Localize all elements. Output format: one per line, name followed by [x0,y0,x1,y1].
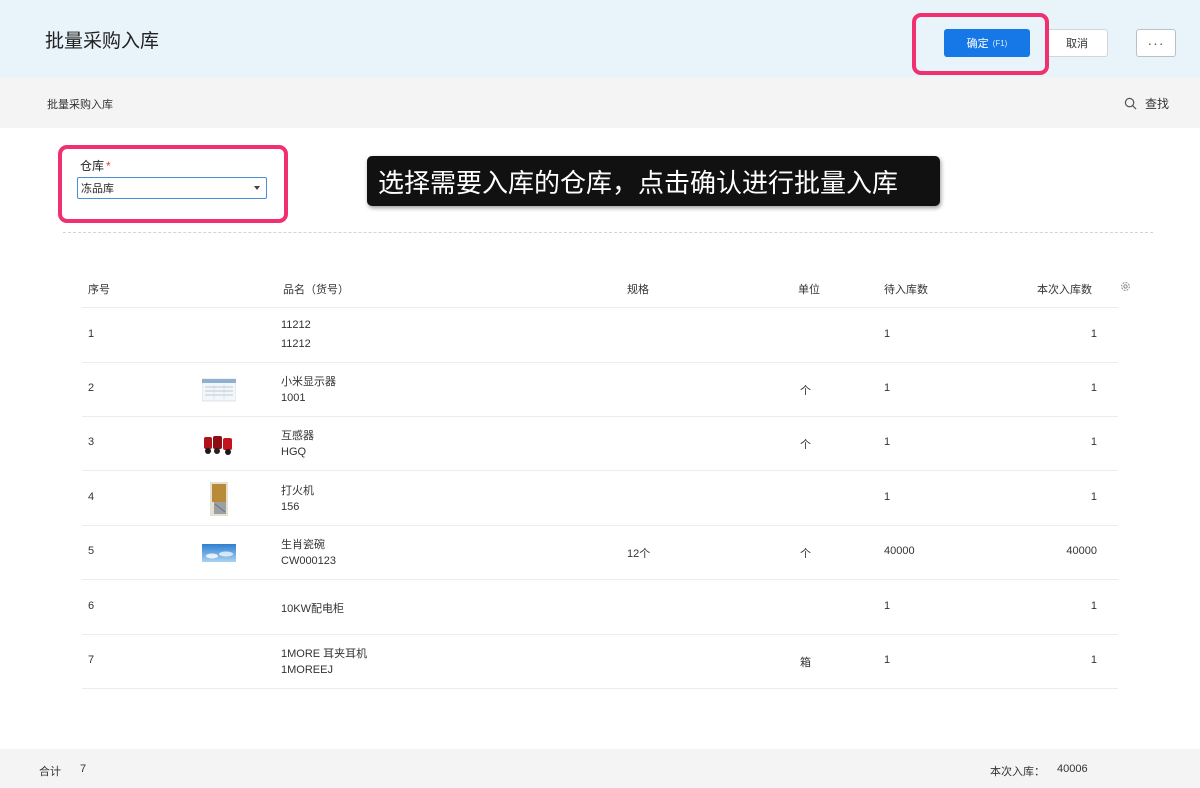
search-icon [1124,97,1137,110]
row-code: 1MOREEJ [281,664,333,676]
table-row: 1 11212 11212 1 1 [82,309,1118,363]
breadcrumb: 批量采购入库 [47,99,113,111]
page-title: 批量采购入库 [45,31,160,52]
confirm-highlight-box [912,13,1049,75]
row-spec: 12个 [627,548,651,560]
warehouse-highlight-box [58,145,288,223]
row-name: 生肖瓷碗 [281,539,325,551]
row-index: 4 [88,491,95,503]
search-label: 查找 [1145,97,1170,111]
col-index: 序号 [88,284,110,296]
row-unit: 个 [800,439,811,451]
col-spec: 规格 [627,284,649,296]
col-name: 品名（货号） [283,284,349,296]
table-row: 7 1MORE 耳夹耳机 1MOREEJ 箱 1 1 [82,635,1118,689]
cancel-button[interactable]: 取消 [1046,29,1108,57]
row-pending: 1 [884,328,891,340]
row-code: 11212 [281,338,311,350]
row-pending: 1 [884,436,891,448]
row-code: CW000123 [281,555,337,567]
row-index: 3 [88,436,95,448]
row-name: 打火机 [281,485,314,497]
table-row: 2 小米显示器 1001 个 1 1 [82,363,1118,417]
col-this-in: 本次入库数 [1037,284,1092,296]
row-code: 156 [281,501,300,513]
transformer-thumb [204,436,232,455]
table-header: 序号 品名（货号） 规格 单位 待入库数 本次入库数 [82,269,1130,308]
row-name: 互感器 [281,430,314,442]
row-name: 10KW配电柜 [281,603,344,615]
monitor-thumb [202,378,236,402]
total-label: 合计 [39,766,61,778]
this-in-value: 40006 [1057,763,1088,775]
row-unit: 箱 [800,657,811,669]
row-this-in[interactable]: 1 [982,382,1097,394]
row-name: 1MORE 耳夹耳机 [281,648,368,660]
more-button[interactable]: ··· [1136,29,1176,57]
row-code: HGQ [281,446,307,458]
row-index: 2 [88,382,95,394]
row-this-in[interactable]: 1 [982,600,1097,612]
row-code: 1001 [281,392,306,404]
row-index: 7 [88,654,95,666]
row-this-in[interactable]: 40000 [982,545,1097,557]
row-pending: 1 [884,382,891,394]
total-count: 7 [80,763,87,775]
bowl-thumb [202,544,236,562]
row-pending: 40000 [884,545,915,557]
sub-toolbar [0,77,1200,128]
row-this-in[interactable]: 1 [982,328,1097,340]
table-row: 5 生肖瓷碗 CW000123 12个 个 40000 40000 [82,526,1118,580]
row-pending: 1 [884,654,891,666]
row-this-in[interactable]: 1 [982,436,1097,448]
lighter-thumb [210,482,228,516]
table-row: 3 互感器 HGQ 个 1 1 [82,417,1118,471]
row-unit: 个 [800,548,811,560]
row-this-in[interactable]: 1 [982,491,1097,503]
instruction-tooltip: 选择需要入库的仓库，点击确认进行批量入库 [367,156,940,206]
search-button[interactable]: 查找 [1124,95,1169,112]
column-settings-icon[interactable] [1119,280,1132,293]
row-index: 5 [88,545,95,557]
table-row: 6 10KW配电柜 1 1 [82,581,1118,635]
row-index: 1 [88,328,95,340]
col-unit: 单位 [798,284,820,296]
dashed-divider [63,232,1153,233]
row-name: 小米显示器 [281,376,336,388]
col-pending: 待入库数 [884,284,928,296]
table-row: 4 打火机 156 1 1 [82,472,1118,526]
this-in-label: 本次入库： [990,766,1045,778]
row-unit: 个 [800,385,811,397]
row-pending: 1 [884,600,891,612]
row-pending: 1 [884,491,891,503]
row-this-in[interactable]: 1 [982,654,1097,666]
row-name: 11212 [281,319,311,331]
row-index: 6 [88,600,95,612]
